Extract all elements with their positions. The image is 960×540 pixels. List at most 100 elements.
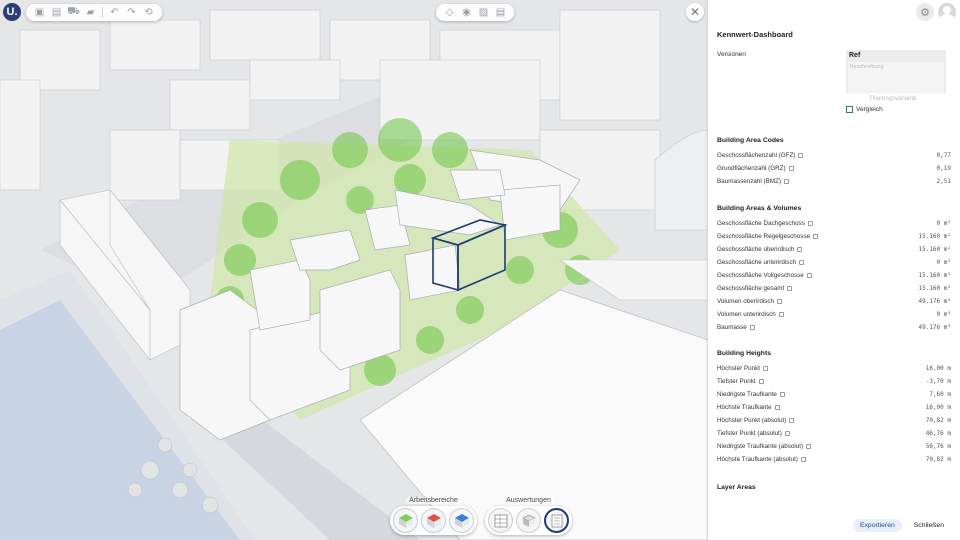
section-title: Building Area Codes	[717, 137, 784, 144]
kv-value: 0,77	[936, 152, 951, 159]
info-icon[interactable]	[749, 325, 755, 330]
kv-row: Baumasse 49.176 m³	[717, 321, 951, 334]
close-button[interactable]: Schließen	[910, 519, 948, 532]
city-3d-scene[interactable]	[0, 0, 708, 540]
kv-value: 70,82 m	[925, 456, 951, 463]
evaluation-dashboard-button[interactable]	[544, 508, 569, 533]
folder-icon[interactable]: ▰	[83, 6, 98, 19]
kv-label: Niedrigste Traufkante	[717, 391, 777, 398]
kv-value: 0 m²	[936, 220, 951, 227]
kv-label: Geschossfläche gesamt	[717, 285, 785, 292]
version-description-field[interactable]: Beschreibung	[848, 62, 944, 92]
section-title: Building Areas & Volumes	[717, 205, 802, 212]
kv-row: Geschossflächenzahl (GFZ) 0,77	[717, 149, 951, 162]
shadow-analysis-icon	[521, 514, 536, 527]
info-icon[interactable]	[798, 153, 804, 158]
toolbar-divider	[102, 7, 103, 18]
reset-icon[interactable]: ⟲	[141, 6, 156, 19]
workspaces-group: Arbeitsbereiche	[390, 497, 477, 535]
kv-value: 0 m³	[936, 311, 951, 318]
undo-icon[interactable]: ↶	[107, 6, 122, 19]
kv-row: Geschossfläche gesamt 15.160 m²	[717, 282, 951, 295]
kv-value: 2,51	[936, 178, 951, 185]
info-icon[interactable]	[758, 379, 764, 384]
globe-icon[interactable]: ◉	[459, 6, 474, 19]
versions-label: Versionen	[717, 51, 746, 58]
close-view-button[interactable]: ✕	[686, 3, 704, 21]
info-icon[interactable]	[788, 166, 794, 171]
info-icon[interactable]	[777, 299, 783, 304]
kv-label: Geschossfläche oberirdisch	[717, 246, 795, 253]
app-logo-text: U.	[6, 6, 18, 18]
info-icon[interactable]	[784, 431, 790, 436]
view-toolbar: ◇ ◉ ▨ ▤	[436, 4, 514, 21]
close-icon: ✕	[689, 5, 701, 19]
info-icon[interactable]	[787, 286, 793, 291]
info-icon[interactable]	[813, 234, 819, 239]
info-icon[interactable]	[807, 221, 813, 226]
version-selector[interactable]: Ref Beschreibung	[846, 50, 946, 93]
kv-label: Grundflächenzahl (GRZ)	[717, 165, 786, 172]
kv-value: 46,76 m	[925, 430, 951, 437]
info-icon[interactable]	[779, 392, 785, 397]
info-icon[interactable]	[800, 457, 806, 462]
layers-icon[interactable]: ◇	[442, 6, 457, 19]
import-icon[interactable]: ⛟	[66, 6, 81, 19]
info-icon[interactable]	[778, 312, 784, 317]
section-layer-areas: Layer Areas	[717, 484, 951, 496]
kv-row: Höchste Traufkante 16,00 m	[717, 401, 951, 414]
kv-value: 15.160 m²	[918, 272, 951, 279]
info-icon[interactable]	[806, 444, 812, 449]
section-area-codes: Building Area Codes Geschossflächenzahl …	[717, 137, 951, 188]
kv-row: Höchster Punkt 16,00 m	[717, 362, 951, 375]
compare-label: Vergleich	[856, 106, 883, 113]
workspace-buildings-button[interactable]	[393, 508, 418, 533]
kv-label: Tiefster Punkt (absolut)	[717, 430, 782, 437]
file-toolbar: ▣ ▤ ⛟ ▰ ↶ ↷ ⟲	[26, 4, 162, 21]
info-icon[interactable]	[763, 366, 769, 371]
user-avatar[interactable]	[938, 3, 956, 21]
panel-footer: Exportieren Schließen	[708, 519, 960, 532]
kv-row: Geschossfläche unterirdisch 0 m²	[717, 256, 951, 269]
section-areas-volumes: Building Areas & Volumes Geschossfläche …	[717, 205, 951, 334]
info-icon[interactable]	[774, 405, 780, 410]
workspace-layers-button[interactable]	[449, 508, 474, 533]
kv-row: Geschossfläche Regelgeschosse 15.160 m²	[717, 230, 951, 243]
settings-button[interactable]: ⚙	[916, 3, 934, 21]
redo-icon[interactable]: ↷	[124, 6, 139, 19]
app-logo[interactable]: U.	[3, 3, 21, 21]
compare-checkbox[interactable]	[846, 106, 853, 113]
workspace-plots-button[interactable]	[421, 508, 446, 533]
kv-label: Baumasse	[717, 324, 747, 331]
kv-row: Baumassenzahl (BMZ) 2,51	[717, 175, 951, 188]
info-icon[interactable]	[799, 260, 805, 265]
save-as-icon[interactable]: ▤	[49, 6, 64, 19]
kv-row: Geschossfläche Dachgeschoss 0 m²	[717, 217, 951, 230]
panel-title: Kennwert-Dashboard	[717, 30, 793, 39]
compare-toggle[interactable]: Vergleich	[846, 106, 883, 113]
kv-label: Geschossfläche Regelgeschosse	[717, 233, 811, 240]
kv-value: 0,19	[936, 165, 951, 172]
info-icon[interactable]	[789, 418, 795, 423]
planning-variant-label[interactable]: Planungsvariante	[870, 96, 916, 102]
document-icon[interactable]: ▤	[493, 6, 508, 19]
info-icon[interactable]	[806, 273, 812, 278]
evaluation-table-button[interactable]	[488, 508, 513, 533]
kv-row: Grundflächenzahl (GRZ) 0,19	[717, 162, 951, 175]
kv-row: Niedrigste Traufkante 7,60 m	[717, 388, 951, 401]
camera-icon[interactable]: ▨	[476, 6, 491, 19]
info-icon[interactable]	[784, 179, 790, 184]
kv-value: 7,60 m	[929, 391, 951, 398]
kv-label: Volumen oberirdisch	[717, 298, 775, 305]
map-viewport[interactable]: U. ▣ ▤ ⛟ ▰ ↶ ↷ ⟲ ◇ ◉ ▨ ▤ ✕ Arbeitsbereic…	[0, 0, 708, 540]
info-icon[interactable]	[797, 247, 803, 252]
building-cube-green-icon	[398, 513, 413, 528]
save-icon[interactable]: ▣	[32, 6, 47, 19]
evaluation-shadow-button[interactable]	[516, 508, 541, 533]
export-button[interactable]: Exportieren	[853, 519, 902, 532]
gear-icon: ⚙	[920, 6, 930, 19]
version-selected[interactable]: Ref	[849, 52, 860, 59]
kv-row: Volumen unterirdisch 0 m³	[717, 308, 951, 321]
section-title: Layer Areas	[717, 484, 756, 491]
kv-label: Höchster Punkt (absolut)	[717, 417, 787, 424]
